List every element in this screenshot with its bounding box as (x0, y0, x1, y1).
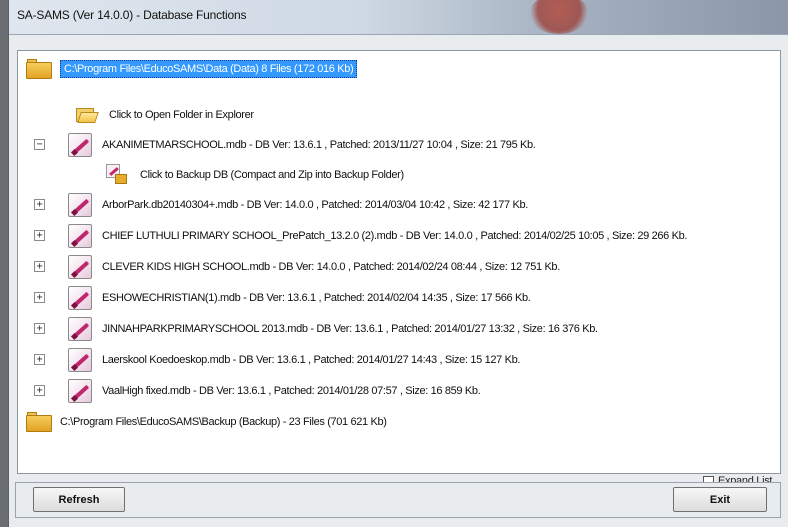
database-tree-view[interactable]: C:\Program Files\EducoSAMS\Data (Data) 8… (17, 50, 781, 474)
title-bar[interactable]: SA-SAMS (Ver 14.0.0) - Database Function… (9, 0, 788, 35)
expand-toggle[interactable]: + (34, 261, 45, 272)
database-icon (68, 286, 92, 310)
expand-toggle[interactable]: + (34, 385, 45, 396)
database-icon (68, 348, 92, 372)
exit-button[interactable]: Exit (673, 487, 767, 512)
database-icon (68, 133, 92, 157)
window-title: SA-SAMS (Ver 14.0.0) - Database Function… (17, 8, 247, 22)
expand-toggle[interactable]: + (34, 292, 45, 303)
tree-node-db[interactable]: + ArborPark.db20140304+.mdb - DB Ver: 14… (34, 192, 528, 218)
tree-node-db-expanded[interactable]: − AKANIMETMARSCHOOL.mdb - DB Ver: 13.6.1… (34, 132, 536, 158)
tree-node-db[interactable]: + JINNAHPARKPRIMARYSCHOOL 2013.mdb - DB … (34, 316, 598, 342)
tree-node-db[interactable]: + Laerskool Koedoeskop.mdb - DB Ver: 13.… (34, 347, 520, 373)
database-icon (68, 379, 92, 403)
expand-toggle[interactable]: + (34, 230, 45, 241)
tree-node-db[interactable]: + VaalHigh fixed.mdb - DB Ver: 13.6.1 , … (34, 378, 481, 404)
tree-node-db[interactable]: + ESHOWECHRISTIAN(1).mdb - DB Ver: 13.6.… (34, 285, 531, 311)
database-icon (68, 317, 92, 341)
tree-node-db-label[interactable]: CLEVER KIDS HIGH SCHOOL.mdb - DB Ver: 14… (102, 261, 560, 273)
tree-node-db-label[interactable]: CHIEF LUTHULI PRIMARY SCHOOL_PrePatch_13… (102, 230, 687, 242)
tree-node-db-label[interactable]: ESHOWECHRISTIAN(1).mdb - DB Ver: 13.6.1 … (102, 292, 531, 304)
open-folder-icon (76, 106, 99, 124)
database-icon (68, 193, 92, 217)
tree-node-data-folder-label[interactable]: C:\Program Files\EducoSAMS\Data (Data) 8… (60, 60, 358, 78)
tree-node-db[interactable]: + CHIEF LUTHULI PRIMARY SCHOOL_PrePatch_… (34, 223, 687, 249)
tree-node-db-label[interactable]: JINNAHPARKPRIMARYSCHOOL 2013.mdb - DB Ve… (102, 323, 598, 335)
backup-action-label[interactable]: Click to Backup DB (Compact and Zip into… (140, 169, 404, 181)
backup-icon (106, 164, 130, 186)
expand-toggle[interactable]: + (34, 354, 45, 365)
button-bar (15, 482, 781, 518)
refresh-button[interactable]: Refresh (33, 487, 125, 512)
expand-toggle[interactable]: + (34, 323, 45, 334)
collapse-toggle[interactable]: − (34, 139, 45, 150)
folder-icon (26, 412, 52, 432)
tree-node-db[interactable]: + CLEVER KIDS HIGH SCHOOL.mdb - DB Ver: … (34, 254, 560, 280)
database-icon (68, 224, 92, 248)
title-bar-logo (529, 0, 589, 34)
folder-icon (26, 59, 52, 79)
tree-node-db-label[interactable]: Laerskool Koedoeskop.mdb - DB Ver: 13.6.… (102, 354, 520, 366)
database-functions-window: SA-SAMS (Ver 14.0.0) - Database Function… (8, 0, 788, 527)
tree-node-backup-folder-label[interactable]: C:\Program Files\EducoSAMS\Backup (Backu… (60, 416, 387, 428)
tree-node-db-expanded-label[interactable]: AKANIMETMARSCHOOL.mdb - DB Ver: 13.6.1 ,… (102, 139, 536, 151)
database-icon (68, 255, 92, 279)
tree-node-data-folder[interactable]: C:\Program Files\EducoSAMS\Data (Data) 8… (26, 56, 358, 82)
tree-node-backup-folder[interactable]: C:\Program Files\EducoSAMS\Backup (Backu… (26, 409, 387, 435)
open-folder-label[interactable]: Click to Open Folder in Explorer (109, 109, 254, 121)
tree-node-db-label[interactable]: VaalHigh fixed.mdb - DB Ver: 13.6.1 , Pa… (102, 385, 481, 397)
expand-toggle[interactable]: + (34, 199, 45, 210)
tree-node-open-folder[interactable]: Click to Open Folder in Explorer (76, 102, 254, 128)
tree-node-db-label[interactable]: ArborPark.db20140304+.mdb - DB Ver: 14.0… (102, 199, 528, 211)
tree-node-backup-action[interactable]: Click to Backup DB (Compact and Zip into… (106, 162, 404, 188)
